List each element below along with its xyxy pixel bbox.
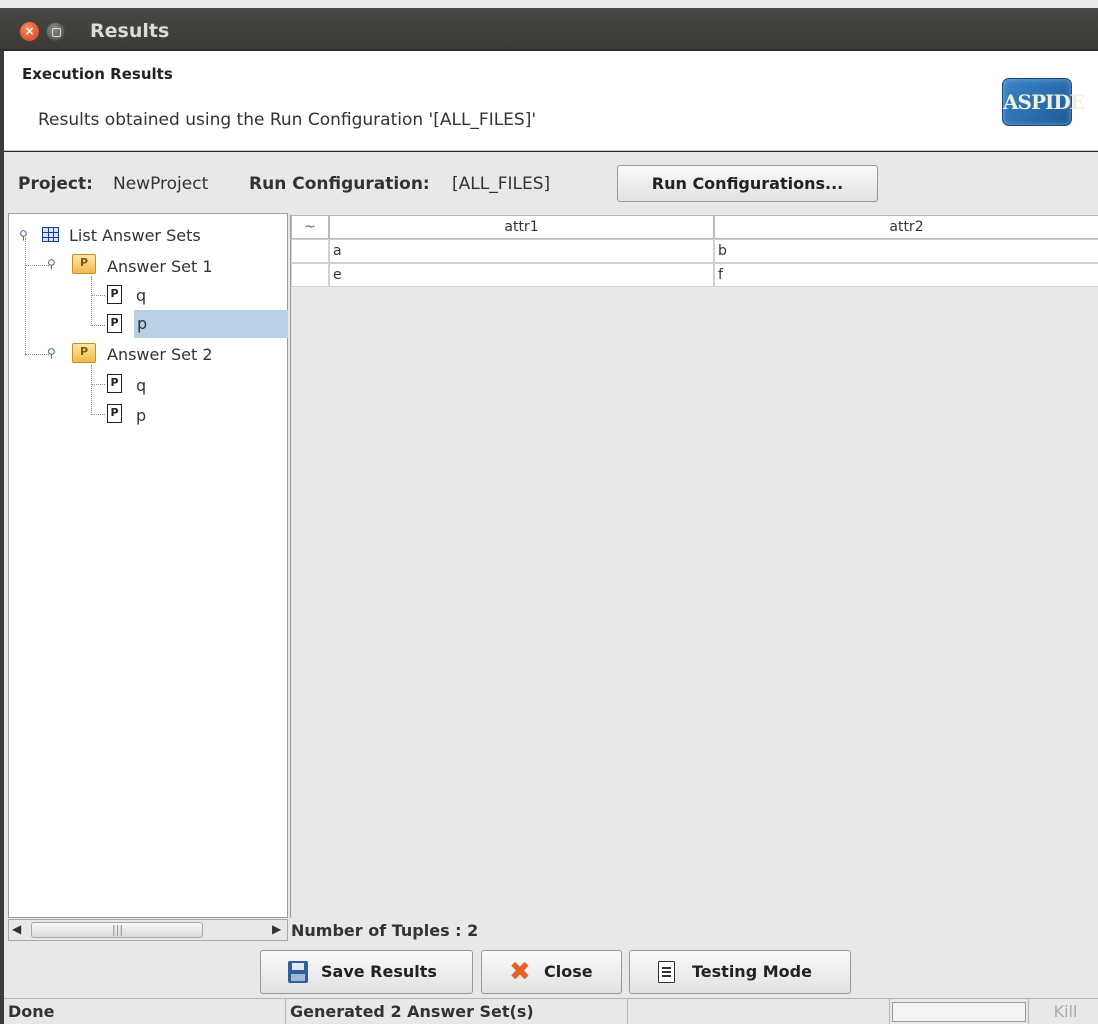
row-number-cell (291, 263, 329, 287)
tuples-count: Number of Tuples : 2 (291, 921, 479, 940)
row-number-cell (291, 239, 329, 263)
table-cell[interactable]: a (329, 239, 714, 263)
background-window-strip (0, 0, 1098, 8)
answer-sets-tree[interactable]: ⚲ List Answer Sets ⚲ Answer Set 1 P q P … (8, 213, 288, 918)
save-results-button[interactable]: Save Results (260, 950, 473, 994)
predicate-icon: P (107, 404, 122, 423)
tree-connector (91, 295, 105, 296)
testing-mode-label: Testing Mode (692, 962, 812, 981)
table-cell[interactable]: b (714, 239, 1098, 263)
run-configuration-label-text: Run Configuration: (249, 174, 430, 194)
progress-bar (892, 1002, 1026, 1022)
close-button[interactable]: ✖ Close (481, 950, 622, 994)
results-header: Execution Results Results obtained using… (4, 51, 1098, 151)
status-empty-cell (628, 999, 890, 1024)
table-corner-header[interactable]: ~ (291, 215, 329, 239)
status-bar: Done Generated 2 Answer Set(s) Kill (4, 998, 1098, 1024)
save-disk-icon (288, 961, 308, 983)
testing-mode-button[interactable]: Testing Mode (629, 950, 851, 994)
scrollbar-grip-icon: ||| (112, 923, 124, 936)
tree-item-p-selected[interactable]: p (134, 310, 288, 338)
window-titlebar: × Results (0, 0, 1098, 50)
tree-horizontal-scrollbar[interactable]: ◀ ||| ▶ (8, 919, 288, 941)
column-header-attr1[interactable]: attr1 (329, 215, 714, 239)
tree-expand-handle-icon[interactable]: ⚲ (19, 228, 28, 242)
run-configurations-button[interactable]: Run Configurations... (617, 165, 878, 202)
document-icon (658, 961, 675, 983)
predicate-icon: P (107, 314, 122, 333)
save-results-label: Save Results (321, 962, 437, 981)
project-label: Project: (18, 174, 93, 194)
scrollbar-thumb[interactable]: ||| (31, 922, 203, 938)
tree-item-answer-set-2[interactable]: Answer Set 2 (107, 345, 213, 364)
tree-connector (91, 365, 92, 415)
close-label: Close (544, 962, 593, 981)
answer-set-folder-icon (72, 254, 96, 274)
tree-connector (25, 354, 49, 355)
aspide-logo: ASPIDE (1002, 78, 1085, 126)
header-description: Results obtained using the Run Configura… (38, 110, 537, 130)
header-title: Execution Results (22, 65, 173, 83)
tree-expand-handle-icon[interactable]: ⚲ (47, 346, 56, 360)
window-title: Results (90, 20, 170, 42)
project-value: NewProject (113, 174, 209, 194)
table-icon (42, 227, 59, 242)
tree-root-label[interactable]: List Answer Sets (69, 226, 201, 245)
tree-item-q[interactable]: q (136, 286, 146, 305)
answer-set-folder-icon (72, 343, 96, 363)
tree-item-answer-set-1[interactable]: Answer Set 1 (107, 257, 213, 276)
tree-connector (91, 384, 105, 385)
tree-connector (91, 276, 92, 326)
window-minimize-icon[interactable] (46, 22, 65, 41)
table-cell[interactable]: f (714, 263, 1098, 287)
scroll-right-arrow-icon[interactable]: ▶ (272, 922, 281, 936)
project-label-text: Project: (18, 174, 93, 194)
window-close-icon[interactable]: × (20, 22, 39, 41)
column-header-attr2[interactable]: attr2 (714, 215, 1098, 239)
status-left: Done (4, 999, 286, 1024)
kill-button[interactable]: Kill (1028, 999, 1098, 1024)
tree-item-p[interactable]: p (136, 406, 146, 425)
tree-connector (91, 414, 105, 415)
run-configuration-value: [ALL_FILES] (452, 174, 551, 194)
run-configuration-label: Run Configuration: (249, 174, 430, 194)
table-cell[interactable]: e (329, 263, 714, 287)
tree-item-q[interactable]: q (136, 376, 146, 395)
predicate-icon: P (107, 374, 122, 393)
close-x-icon: ✖ (509, 957, 531, 987)
tree-connector (25, 265, 49, 266)
scroll-left-arrow-icon[interactable]: ◀ (12, 922, 21, 936)
status-message: Generated 2 Answer Set(s) (286, 999, 628, 1024)
predicate-icon: P (107, 285, 122, 304)
tree-expand-handle-icon[interactable]: ⚲ (47, 257, 56, 271)
tree-connector (91, 325, 105, 326)
tuples-table[interactable]: ~ attr1 attr2 a b e f (290, 215, 1098, 918)
tree-connector (25, 238, 26, 354)
